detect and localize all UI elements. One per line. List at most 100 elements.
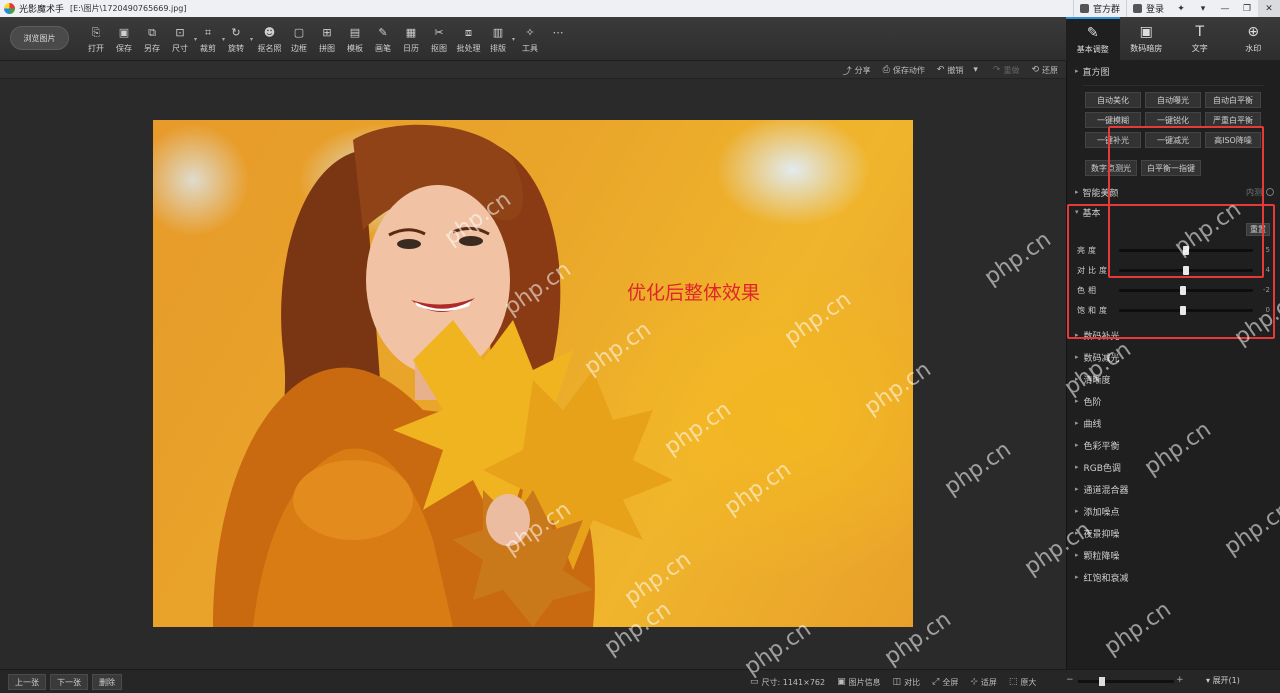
delete-button[interactable]: 删除 (92, 674, 122, 690)
tool-resize-button[interactable]: ⊡ 尺寸 ▾ (166, 21, 197, 57)
menu-icon: ▾ (1200, 3, 1206, 14)
redo-icon: ↷ (992, 65, 1001, 75)
share-button[interactable]: ⤴ 分享 (843, 64, 871, 77)
tool-id-photo-button[interactable]: ☻ 抠名照 (254, 21, 285, 57)
image-info-button[interactable]: ▣ 图片信息 (837, 677, 881, 688)
original-size-button[interactable]: ⬚ 原大 (1009, 677, 1037, 688)
maximize-button[interactable]: ❐ (1236, 0, 1258, 17)
chevron-down-icon[interactable]: ▾ (512, 36, 515, 43)
adjust-item-label: 色彩平衡 (1083, 441, 1120, 452)
zoom-thumb[interactable] (1099, 677, 1105, 686)
undo-icon: ↶ (936, 65, 945, 75)
chevron-down-icon[interactable]: ▾ (973, 65, 978, 75)
title-bar: 光影魔术手 [E:\图片\1720490765669.jpg] 官方群 登录 ✦… (0, 0, 1280, 17)
text-icon: T (1195, 24, 1205, 40)
adjust-item[interactable]: ▸ 夜景抑噪 (1067, 522, 1280, 544)
chevron-right-icon: ▸ (1075, 397, 1079, 405)
tool-label: 抠图 (431, 44, 447, 53)
quick-button[interactable]: 自动曝光 (1145, 92, 1201, 108)
tool-crop-button[interactable]: ⌗ 裁剪 ▾ (194, 21, 225, 57)
tool-rotate-button[interactable]: ↻ 旋转 ▾ (222, 21, 253, 57)
tool-cutout-button[interactable]: ✂ 抠图 (425, 21, 453, 57)
official-group-button[interactable]: 官方群 (1072, 0, 1126, 17)
adjust-item[interactable]: ▸ 色彩平衡 (1067, 434, 1280, 456)
prev-image-button[interactable]: 上一张 (8, 674, 46, 690)
id-photo-icon: ☻ (263, 26, 276, 39)
adjust-item[interactable]: ▸ RGB色调 (1067, 456, 1280, 478)
tool-label: 批处理 (456, 44, 481, 53)
brush-icon: ✎ (378, 26, 388, 39)
compare-button[interactable]: ◫ 对比 (893, 677, 921, 688)
tool-label: 拼图 (319, 44, 335, 53)
adjust-item[interactable]: ▸ 色阶 (1067, 390, 1280, 412)
tool-template-button[interactable]: ▤ 模板 (341, 21, 369, 57)
login-button[interactable]: 登录 (1125, 0, 1170, 17)
tool-open-button[interactable]: ⎘ 打开 (82, 21, 110, 57)
adjust-item[interactable]: ▸ 数码减光 (1067, 346, 1280, 368)
tool-brush-button[interactable]: ✎ 画笔 (369, 21, 397, 57)
image-size: ▭ 尺寸: 1141×762 (750, 677, 826, 687)
adjust-item[interactable]: ▸ 通道混合器 (1067, 478, 1280, 500)
tools-icon: ✧ (525, 26, 535, 39)
zoom-in-icon[interactable]: + (1176, 675, 1184, 685)
app-name: 光影魔术手 (19, 5, 65, 15)
tool-label: 裁剪 (200, 44, 216, 53)
tab-darkroom[interactable]: ▣ 数码暗房 (1120, 17, 1174, 61)
tool-tools-button[interactable]: ✧ 工具 (516, 21, 544, 57)
chevron-right-icon: ▸ (1075, 485, 1079, 493)
tool-save-button[interactable]: ▣ 保存 (110, 21, 138, 57)
tool-label: 边框 (291, 44, 307, 53)
cutout-icon: ✂ (434, 26, 444, 39)
minimize-button[interactable]: — (1214, 0, 1236, 17)
tab-basic-adjust[interactable]: ✎ 基本调整 (1066, 17, 1120, 61)
save-action-icon: ⎙ (882, 65, 890, 75)
browse-images-button[interactable]: 浏览图片 (10, 26, 69, 50)
undo-button[interactable]: ↶ 撤销 ▾ (937, 65, 981, 76)
adjust-item[interactable]: ▸ 添加噪点 (1067, 500, 1280, 522)
adjust-item[interactable]: ▸ 曲线 (1067, 412, 1280, 434)
tool-collage-button[interactable]: ⊞ 拼图 (313, 21, 341, 57)
chevron-right-icon: ▸ (1075, 419, 1079, 427)
chevron-right-icon: ▸ (1075, 67, 1079, 75)
skin-icon: ✦ (1177, 3, 1185, 14)
chevron-right-icon: ▸ (1075, 441, 1079, 449)
adjust-item-label: 通道混合器 (1083, 485, 1129, 496)
batch-icon: ⧈ (465, 26, 472, 39)
tool-border-button[interactable]: ▢ 边框 (285, 21, 313, 57)
histogram-header[interactable]: ▸ 直方图 (1067, 61, 1280, 81)
adjust-item[interactable]: ▸ 清晰度 (1067, 368, 1280, 390)
help-icon[interactable] (1266, 188, 1274, 196)
file-path: [E:\图片\1720490765669.jpg] (70, 4, 187, 13)
redo-button[interactable]: ↷ 重做 (993, 65, 1020, 76)
quick-button[interactable]: 自动白平衡 (1205, 92, 1261, 108)
fullscreen-button[interactable]: ⤢ 全屏 (932, 677, 958, 688)
zoom-slider[interactable] (1078, 677, 1174, 686)
fit-screen-button[interactable]: ⊹ 适屏 (970, 677, 997, 688)
tool-calendar-button[interactable]: ▦ 日历 (397, 21, 425, 57)
tab-watermark[interactable]: ⊕ 水印 (1227, 17, 1280, 61)
image-canvas[interactable]: 优化后整体效果 (0, 79, 1066, 669)
adjust-item[interactable]: ▸ 红饱和衰减 (1067, 566, 1280, 588)
quick-button[interactable]: 自动美化 (1085, 92, 1141, 108)
size-icon: ▭ (750, 677, 759, 687)
tool-save-as-button[interactable]: ⧉ 另存 (138, 21, 166, 57)
zoom-out-icon[interactable]: − (1066, 675, 1074, 685)
save-action-button[interactable]: ⎙ 保存动作 (883, 65, 925, 76)
expand-button[interactable]: ▾ 展开(1) (1206, 675, 1240, 686)
chevron-down-icon[interactable]: ▾ (250, 36, 253, 43)
template-icon: ▤ (349, 26, 361, 39)
tool-more-button[interactable]: ⋯ (544, 21, 572, 57)
tab-text[interactable]: T 文字 (1173, 17, 1227, 61)
restore-button[interactable]: ⟲ 还原 (1031, 65, 1058, 76)
menu-button[interactable]: ▾ (1192, 0, 1214, 17)
close-button[interactable]: ✕ (1258, 0, 1280, 17)
tool-label: 排版 (490, 44, 506, 53)
skin-button[interactable]: ✦ (1170, 0, 1192, 17)
adjust-item[interactable]: ▸ 颗粒降噪 (1067, 544, 1280, 566)
next-image-button[interactable]: 下一张 (50, 674, 88, 690)
more-icon: ⋯ (552, 26, 564, 39)
tool-batch-button[interactable]: ⧈ 批处理 (453, 21, 484, 57)
edited-photo[interactable] (153, 120, 913, 627)
tool-layout-button[interactable]: ▥ 排版 ▾ (484, 21, 515, 57)
original-size-icon: ⬚ (1008, 677, 1018, 687)
